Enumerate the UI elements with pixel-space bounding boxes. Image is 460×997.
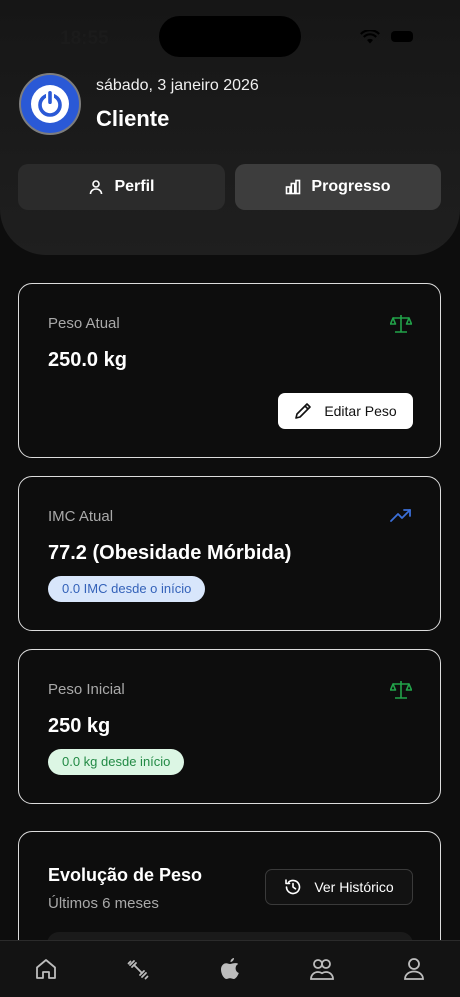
nav-workout[interactable]	[125, 956, 151, 982]
user-name: Cliente	[96, 106, 170, 131]
avatar[interactable]	[19, 73, 81, 135]
tab-perfil-label: Perfil	[114, 178, 155, 195]
view-history-label: Ver Histórico	[314, 879, 394, 895]
weight-change-badge: 0.0 kg desde início	[48, 749, 185, 775]
nav-community[interactable]	[309, 956, 335, 982]
user-icon	[90, 180, 103, 195]
current-weight-label: Peso Atual	[48, 315, 120, 332]
nav-home[interactable]	[33, 956, 59, 982]
bmi-label: IMC Atual	[48, 508, 114, 525]
users-icon	[310, 959, 334, 980]
dynamic-island	[159, 16, 301, 57]
trending-up-icon	[390, 509, 411, 522]
current-weight-value: 250.0 kg	[48, 349, 127, 371]
history-icon	[285, 879, 301, 895]
status-bar: 18:55	[0, 0, 460, 70]
initial-weight-label: Peso Inicial	[48, 681, 125, 698]
pencil-icon	[295, 403, 312, 419]
view-history-button[interactable]: Ver Histórico	[265, 869, 413, 905]
current-date: sábado, 3 janeiro 2026	[96, 77, 259, 94]
tab-progresso-label: Progresso	[311, 178, 391, 195]
wifi-icon	[360, 30, 380, 44]
nav-nutrition[interactable]	[217, 956, 243, 982]
weight-evolution-subtitle: Últimos 6 meses	[48, 895, 159, 912]
edit-weight-label: Editar Peso	[324, 403, 397, 419]
scale-icon	[390, 681, 412, 699]
initial-weight-value: 250 kg	[48, 715, 111, 737]
edit-weight-button[interactable]: Editar Peso	[278, 393, 413, 429]
scale-icon	[390, 315, 412, 333]
tab-progresso[interactable]: Progresso	[235, 164, 441, 210]
home-icon	[36, 959, 56, 979]
bmi-card: IMC Atual 77.2 (Obesidade Mórbida) 0.0 I…	[18, 476, 441, 631]
initial-weight-card: Peso Inicial 250 kg 0.0 kg desde início	[18, 649, 441, 804]
battery-icon	[391, 31, 413, 42]
apple-icon	[221, 958, 239, 979]
tab-perfil[interactable]: Perfil	[18, 164, 225, 210]
profile-icon	[404, 958, 424, 980]
bar-chart-icon	[286, 179, 301, 195]
current-weight-card: Peso Atual 250.0 kg Editar Peso	[18, 283, 441, 458]
power-icon	[31, 85, 69, 123]
nav-profile[interactable]	[401, 956, 427, 982]
weight-evolution-title: Evolução de Peso	[48, 865, 203, 885]
dumbbell-icon	[127, 960, 149, 980]
status-time: 18:55	[60, 28, 109, 49]
bmi-value: 77.2 (Obesidade Mórbida)	[48, 542, 292, 564]
bottom-navigation	[0, 940, 460, 997]
bmi-change-badge: 0.0 IMC desde o início	[48, 576, 206, 602]
